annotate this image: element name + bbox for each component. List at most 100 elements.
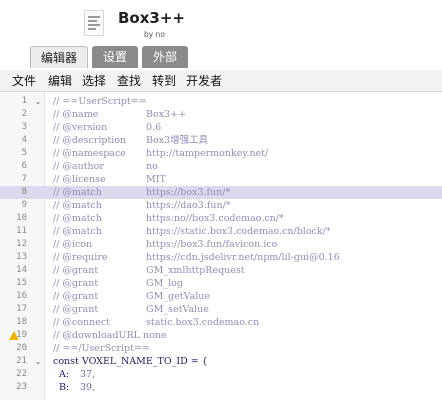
metadata-value: GM_xmlhttpRequest [146, 265, 245, 276]
code-line[interactable]: 23 B: 39, [0, 381, 442, 394]
metadata-value: GM_getValue [146, 291, 211, 302]
line-number: 10 [16, 213, 27, 223]
code-line[interactable]: 22 A: 37, [0, 368, 442, 381]
code-comment: // @namespace [53, 148, 126, 159]
line-number: 12 [16, 239, 27, 249]
script-document-icon [84, 10, 104, 36]
code-comment: // @downloadURL none [53, 330, 167, 341]
fold-chevron-icon[interactable]: ⌄ [34, 355, 42, 368]
code-line[interactable]: 4 // @description Box3增强工具 [0, 134, 442, 147]
code-line[interactable]: 11 // @match https://static.box3.codemao.c… [0, 225, 442, 238]
code-comment: // ==/UserScript== [53, 343, 150, 354]
code-line[interactable]: 17 // @grant GM_setValue [0, 303, 442, 316]
code-line[interactable]: 1 ⌄ // ==UserScript== [0, 95, 442, 108]
metadata-value: https://box3.fun/favicon.ico [146, 239, 278, 250]
code-line[interactable]: 2 // @name Box3++ [0, 108, 442, 121]
menu-find[interactable]: 查找 [117, 70, 141, 92]
line-number: 18 [16, 317, 27, 327]
metadata-value: http://tampermonkey.net/ [146, 148, 269, 159]
metadata-value: static.box3.codemao.cn [146, 317, 260, 328]
script-author: by no [144, 30, 165, 39]
line-number: 2 [21, 109, 27, 119]
code-comment: // ==UserScript== [53, 96, 147, 107]
code-line[interactable]: 12 // @icon https://box3.fun/favicon.ico [0, 238, 442, 251]
line-number: 15 [16, 278, 27, 288]
metadata-value: Box3增强工具 [146, 135, 209, 146]
metadata-value: no [146, 161, 158, 172]
code-line[interactable]: 21 ⌄ const VOXEL_NAME_TO_ID = { [0, 355, 442, 368]
code-line[interactable]: 16 // @grant GM_getValue [0, 290, 442, 303]
code-comment: // @license [53, 174, 106, 185]
script-header: Box3++ by no 编辑器 设置 外部 [0, 0, 442, 70]
code-line[interactable]: 3 // @version 0.6 [0, 121, 442, 134]
code-comment: // @description [53, 135, 127, 146]
code-comment: // @match [53, 200, 102, 211]
code-line[interactable]: 19// @downloadURL none [0, 329, 442, 342]
code-comment: // @grant [53, 291, 99, 302]
code-text: A: [53, 369, 70, 380]
line-number: 17 [16, 304, 27, 314]
code-comment: // @require [53, 252, 108, 263]
menu-goto[interactable]: 转到 [152, 70, 176, 92]
code-line[interactable]: 7 // @license MIT [0, 173, 442, 186]
code-comment: // @connect [53, 317, 110, 328]
code-line[interactable]: 6 // @author no [0, 160, 442, 173]
line-number: 3 [21, 122, 27, 132]
code-line[interactable]: 14 // @grant GM_xmlhttpRequest [0, 264, 442, 277]
line-number: 11 [16, 226, 27, 236]
line-number: 5 [21, 148, 27, 158]
line-number: 13 [16, 252, 27, 262]
line-number: 4 [21, 135, 27, 145]
code-comment: // @grant [53, 265, 99, 276]
line-number: 8 [21, 187, 27, 197]
code-line[interactable]: 8 // @match https://box3.fun/* [0, 186, 442, 199]
line-number: 14 [16, 265, 27, 275]
metadata-value: https://static.box3.codemao.cn/block/* [146, 226, 331, 237]
code-comment: // @version [53, 122, 108, 133]
code-text: B: [53, 382, 70, 393]
code-line[interactable]: 5 // @namespace http://tampermonkey.net/ [0, 147, 442, 160]
fold-chevron-icon[interactable]: ⌄ [34, 95, 42, 108]
code-editor[interactable]: 1 ⌄ // ==UserScript== 2 // @name Box3++ 3 // @v… [0, 92, 442, 400]
code-text: const VOXEL_NAME_TO_ID = { [53, 356, 208, 367]
line-number: 1 [21, 96, 27, 106]
menu-file[interactable]: 文件 [12, 70, 36, 92]
code-comment: // @name [53, 109, 99, 120]
tab-editor[interactable]: 编辑器 [30, 46, 88, 68]
code-line[interactable]: 10 // @match https:no//box3.codemao.cn/* [0, 212, 442, 225]
tab-external[interactable]: 外部 [142, 46, 188, 68]
menu-selection[interactable]: 选择 [82, 70, 106, 92]
line-number: 16 [16, 291, 27, 301]
code-line[interactable]: 20 // ==/UserScript== [0, 342, 442, 355]
menu-edit[interactable]: 编辑 [48, 70, 72, 92]
code-line[interactable]: 18 // @connect static.box3.codemao.cn [0, 316, 442, 329]
code-line[interactable]: 15 // @grant GM_log [0, 277, 442, 290]
tab-settings[interactable]: 设置 [92, 46, 138, 68]
line-number: 20 [16, 343, 27, 353]
metadata-value: Box3++ [146, 109, 187, 120]
editor-menubar: 文件 编辑 选择 查找 转到 开发者 [0, 70, 442, 92]
metadata-value: https://box3.fun/* [146, 187, 231, 198]
line-number: 6 [21, 161, 27, 171]
code-line[interactable]: 9 // @match https://dao3.fun/* [0, 199, 442, 212]
line-number: 7 [21, 174, 27, 184]
line-number: 21 [16, 356, 27, 366]
warning-icon[interactable] [9, 331, 19, 340]
code-value: 37, [80, 369, 96, 380]
metadata-value: https://dao3.fun/* [146, 200, 231, 211]
metadata-value: https:no//box3.codemao.cn/* [146, 213, 284, 224]
metadata-value: 0.6 [146, 122, 162, 133]
code-line[interactable]: 13 // @require https://cdn.jsdelivr.net/np… [0, 251, 442, 264]
code-comment: // @grant [53, 304, 99, 315]
code-comment: // @author [53, 161, 104, 172]
metadata-value: https://cdn.jsdelivr.net/npm/lil-gui@0.1… [146, 252, 340, 263]
code-comment: // @grant [53, 278, 99, 289]
code-value: 39, [80, 382, 96, 393]
line-number: 22 [16, 369, 27, 379]
code-comment: // @icon [53, 239, 93, 250]
menu-developer[interactable]: 开发者 [186, 70, 222, 92]
script-title: Box3++ [118, 9, 185, 27]
metadata-value: GM_log [146, 278, 183, 289]
code-comment: // @match [53, 187, 102, 198]
line-number: 23 [16, 382, 27, 392]
